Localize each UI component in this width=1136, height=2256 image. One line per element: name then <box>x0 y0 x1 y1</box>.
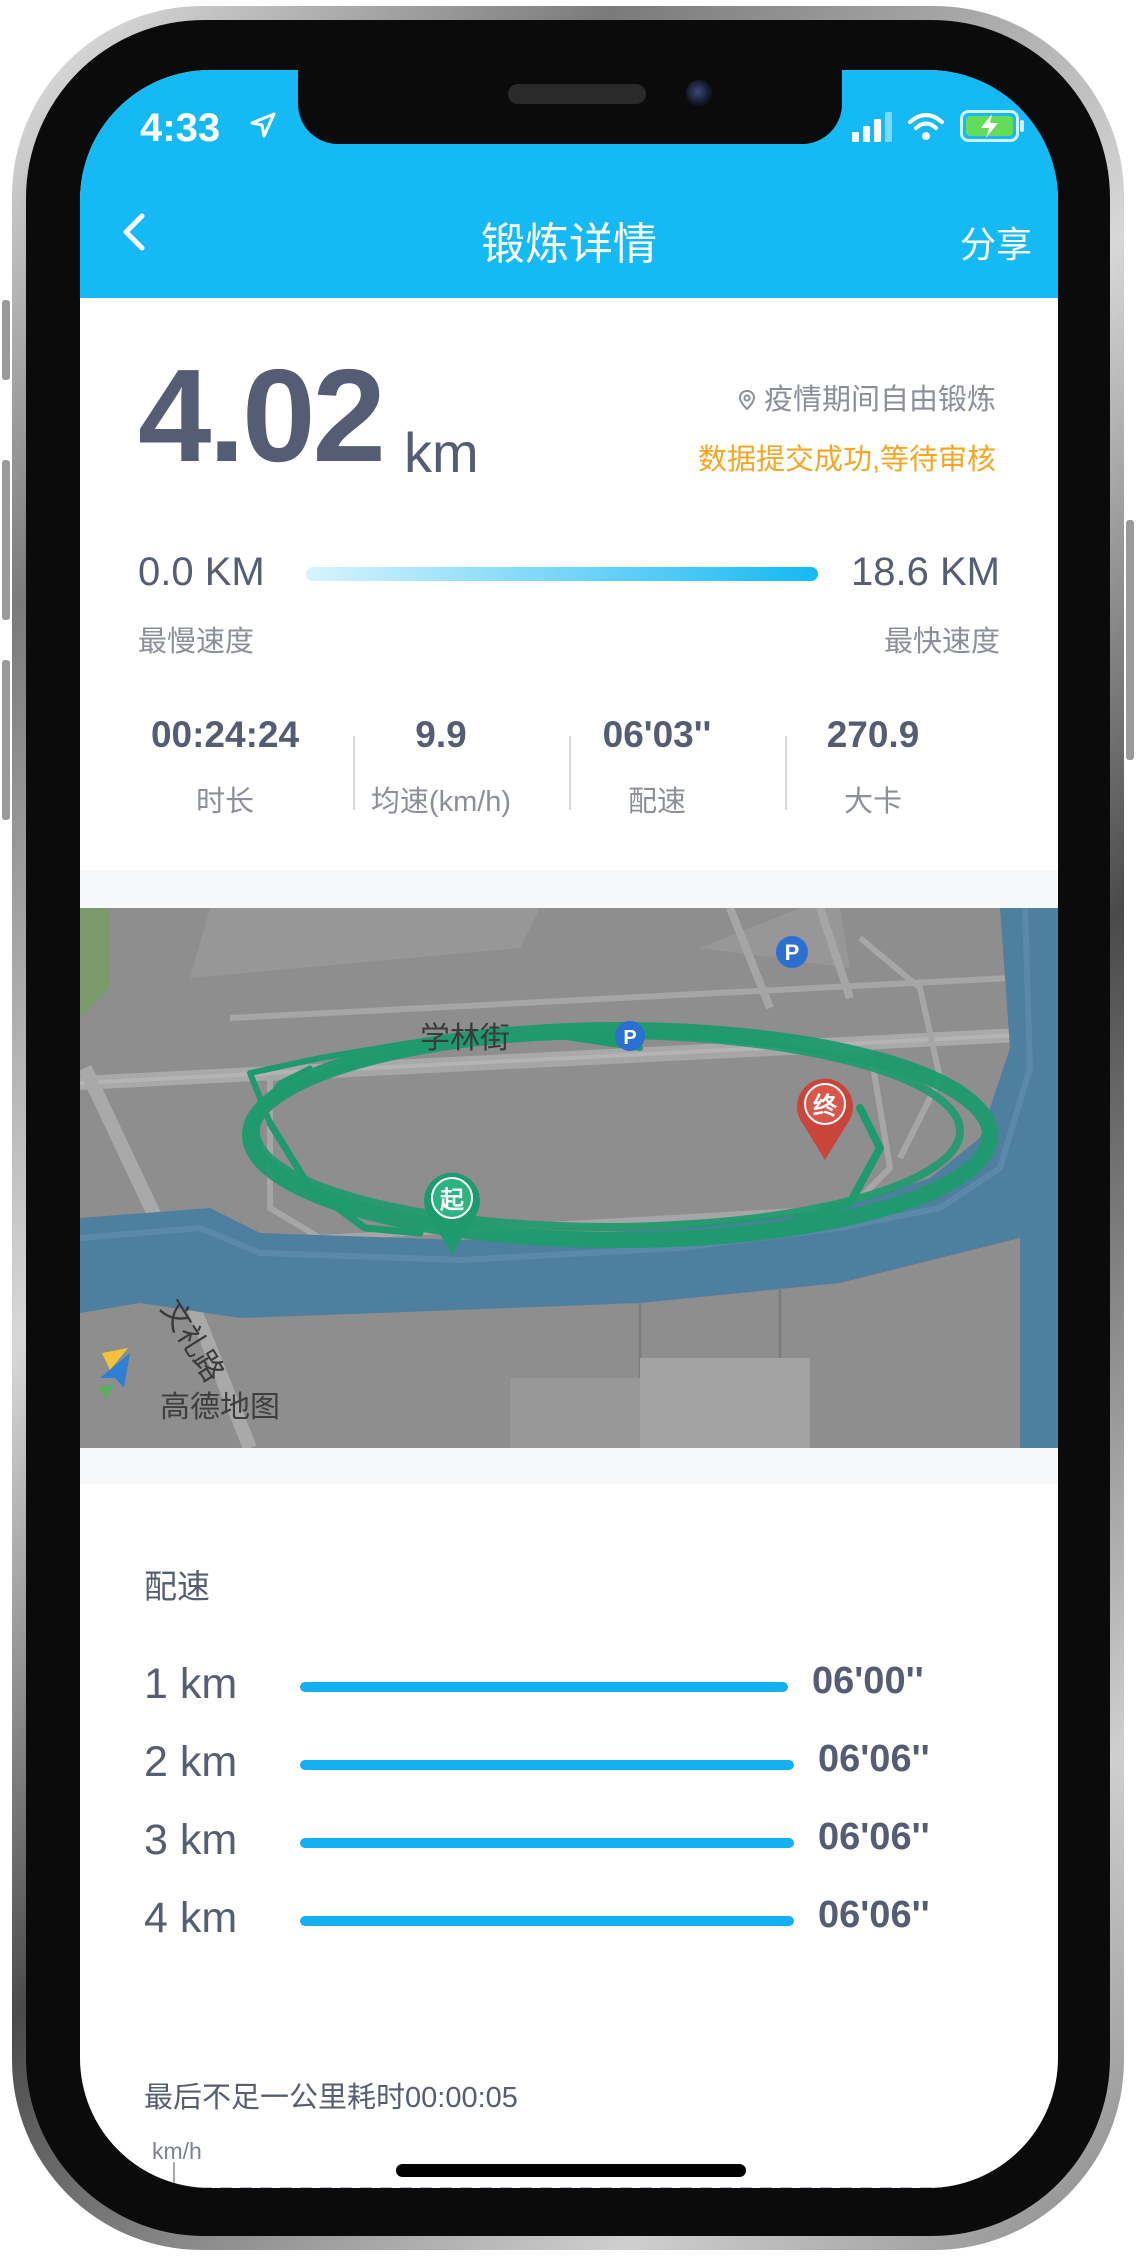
pace-row: 2 km 06'06'' <box>144 1734 1044 1794</box>
parking-icon: P <box>623 1027 636 1049</box>
max-speed-label: 最快速度 <box>883 626 1000 658</box>
map-provider-watermark: 高德地图 <box>160 1391 280 1424</box>
exercise-mode: 疫情期间自由锻炼 <box>736 376 996 418</box>
stat-value: 9.9 <box>415 714 467 755</box>
stat-label: 时长 <box>195 786 254 818</box>
stat-value: 270.9 <box>826 714 920 755</box>
volume-up-button <box>2 460 10 620</box>
pace-time: 06'00'' <box>812 1660 924 1702</box>
street-label: 学林街 <box>420 1021 510 1056</box>
stat-duration: 00:24:24 时长 <box>117 710 333 820</box>
location-pin-icon <box>738 389 755 411</box>
stat-avg-speed: 9.9 均速(km/h) <box>333 710 549 820</box>
pace-km-label: 4 km <box>144 1894 238 1942</box>
end-marker-icon: 终 <box>813 1092 838 1120</box>
power-button <box>1126 520 1134 760</box>
pace-km-label: 1 km <box>144 1660 238 1708</box>
map-canvas: P P 学林街 文礼路 起 终 <box>80 908 1058 1448</box>
section-gap <box>80 1448 1058 1484</box>
exercise-mode-label: 疫情期间自由锻炼 <box>763 384 996 416</box>
start-marker-icon: 起 <box>439 1186 465 1214</box>
share-button[interactable]: 分享 <box>960 216 1032 268</box>
pace-bar <box>300 1916 794 1926</box>
front-camera <box>686 80 712 106</box>
pace-section-title: 配速 <box>144 1568 210 1605</box>
pace-bar <box>300 1760 794 1770</box>
min-speed-value: 0.0 KM <box>138 550 265 594</box>
battery-charging-icon <box>960 110 1024 142</box>
stat-label: 大卡 <box>843 786 902 818</box>
section-gap <box>80 870 1058 908</box>
page-title: 锻炼详情 <box>481 220 657 269</box>
divider <box>785 736 787 810</box>
stat-value: 00:24:24 <box>150 714 300 755</box>
pace-bar <box>300 1682 788 1692</box>
stat-value: 06'03'' <box>602 714 712 755</box>
signal-bars-icon <box>852 112 892 142</box>
home-indicator[interactable] <box>396 2164 746 2177</box>
pace-row: 1 km 06'00'' <box>144 1656 1044 1716</box>
submission-status: 数据提交成功,等待审核 <box>697 444 996 476</box>
distance-value: 4.02 <box>138 342 386 489</box>
pace-time: 06'06'' <box>818 1816 930 1858</box>
pace-row: 3 km 06'06'' <box>144 1812 1044 1872</box>
volume-down-button <box>2 660 10 820</box>
pace-bar <box>300 1838 794 1848</box>
mute-switch <box>2 300 10 380</box>
pace-time: 06'06'' <box>818 1738 930 1780</box>
parking-icon: P <box>785 940 800 965</box>
pace-km-label: 3 km <box>144 1816 238 1864</box>
chart-y-tick: 34 <box>126 2176 150 2188</box>
stat-label: 均速(km/h) <box>370 786 512 818</box>
pace-row: 4 km 06'06'' <box>144 1890 1044 1950</box>
wifi-icon <box>908 113 944 140</box>
divider <box>569 736 571 810</box>
divider <box>353 736 355 810</box>
notch <box>298 70 842 144</box>
stat-calories: 270.9 大卡 <box>765 710 981 820</box>
location-arrow-icon <box>250 112 276 138</box>
max-speed-value: 18.6 KM <box>851 550 1000 594</box>
app-screen: 4:33 锻炼详情 分享 4.02 km 疫情期间自由锻炼 数据提交成功,等待审… <box>80 70 1058 2188</box>
pace-km-label: 2 km <box>144 1738 238 1786</box>
distance-unit: km <box>404 421 479 484</box>
status-time: 4:33 <box>140 106 221 150</box>
chart-y-axis-label: km/h <box>152 2138 202 2164</box>
pace-time: 06'06'' <box>818 1894 930 1936</box>
stat-label: 配速 <box>627 786 686 818</box>
route-map[interactable]: P P 学林街 文礼路 起 终 <box>80 908 1058 1448</box>
speaker-grille <box>508 84 646 104</box>
stat-pace: 06'03'' 配速 <box>549 710 765 820</box>
min-speed-label: 最慢速度 <box>138 626 255 658</box>
last-segment-note: 最后不足一公里耗时00:00:05 <box>144 2082 518 2114</box>
nav-header: 4:33 锻炼详情 分享 <box>80 70 1058 298</box>
speed-range-bar <box>306 567 818 581</box>
